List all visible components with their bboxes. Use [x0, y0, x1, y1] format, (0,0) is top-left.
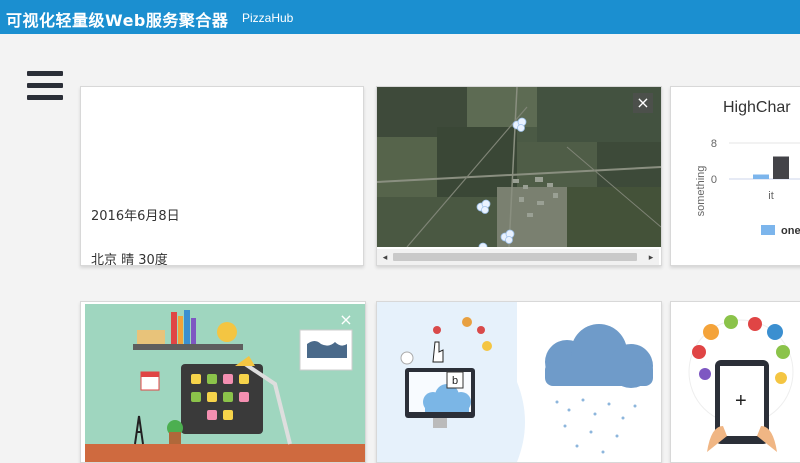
chart-x-tick-label: it: [768, 190, 774, 202]
chart-card: HighChar something 0 8 it one: [670, 86, 800, 266]
chart-y-axis-label: something: [695, 166, 707, 217]
tablet-illustration: +: [671, 302, 800, 462]
desk-close-button[interactable]: ×: [336, 310, 356, 330]
date-text: 2016年6月8日: [91, 209, 180, 224]
scroll-right-arrow-icon[interactable]: ▸: [645, 251, 657, 263]
chart-legend-swatch[interactable]: [761, 225, 775, 235]
svg-text:b: b: [452, 375, 458, 387]
map-horizontal-scrollbar[interactable]: ◂ ▸: [377, 249, 659, 265]
chart-bar[interactable]: [773, 156, 789, 180]
desk-illustration: [85, 304, 365, 462]
chart-title: HighChar: [723, 99, 791, 116]
chart-bar[interactable]: [753, 174, 769, 180]
app-title: 可视化轻量级Web服务聚合器: [6, 11, 229, 30]
chart-y-tick-label: 8: [711, 138, 717, 150]
desk-illustration-card: ×: [80, 301, 366, 463]
map-card: × ◂ ▸: [376, 86, 662, 266]
svg-text:+: +: [735, 390, 747, 412]
chart-legend-label[interactable]: one: [781, 225, 800, 237]
cloud-illustration: b: [377, 302, 661, 462]
tablet-illustration-card: +: [670, 301, 800, 463]
hamburger-menu-icon[interactable]: [27, 71, 63, 101]
satellite-map[interactable]: [377, 87, 661, 247]
scroll-left-arrow-icon[interactable]: ◂: [379, 251, 391, 263]
map-close-button[interactable]: ×: [633, 93, 653, 113]
top-header: 可视化轻量级Web服务聚合器 PizzaHub: [0, 0, 800, 34]
chart-y-tick-label: 0: [711, 174, 717, 186]
app-subtitle: PizzaHub: [242, 11, 294, 25]
bar-chart: HighChar something 0 8 it one: [695, 99, 800, 237]
info-card: 2016年6月8日 北京 晴 30度: [80, 86, 364, 266]
scroll-thumb[interactable]: [393, 253, 637, 261]
cloud-illustration-card: b: [376, 301, 662, 463]
weather-text: 北京 晴 30度: [91, 253, 168, 266]
